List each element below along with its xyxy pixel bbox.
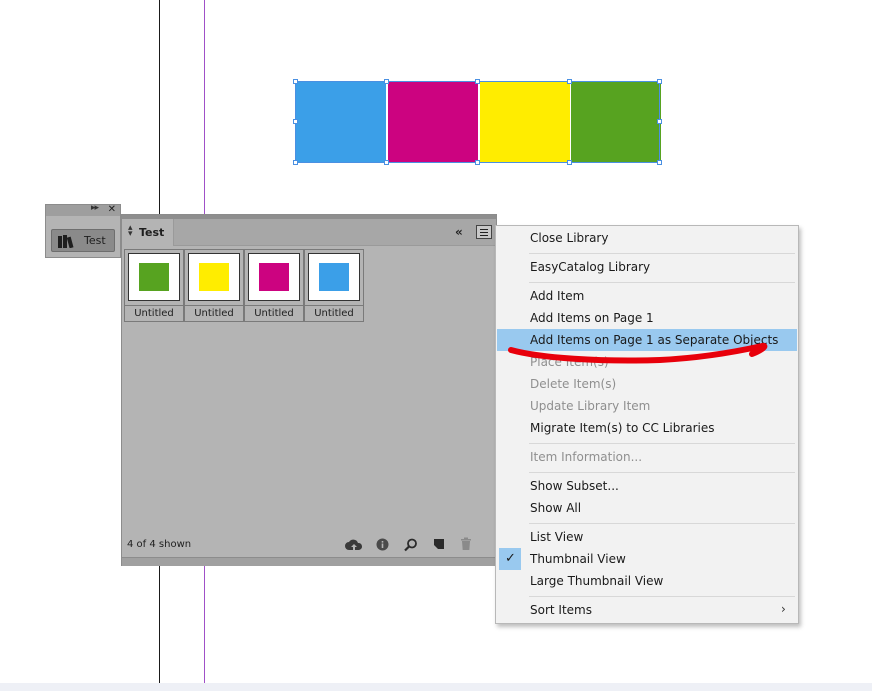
selection-handle[interactable] [475,79,480,84]
menu-item-label: EasyCatalog Library [530,260,651,274]
menu-item-label: Add Items on Page 1 [530,311,654,325]
thumbnail-swatch-yellow [199,263,229,291]
menu-item-item-information[interactable]: Item Information... [497,446,797,468]
library-panel: ▴ ▾ Test « Untitled Untitled Untitled Unt… [121,214,497,566]
thumbnail-frame [308,253,360,301]
menu-separator [529,282,795,283]
checkmark-box: ✓ [499,548,521,570]
items-shown-count: 4 of 4 shown [127,539,192,550]
selection-handle[interactable] [384,79,389,84]
thumbnail-swatch-green [139,263,169,291]
cloud-upload-icon[interactable] [345,539,363,552]
menu-item-add-items-on-page[interactable]: Add Items on Page 1 [497,307,797,329]
menu-item-list-view[interactable]: List View [497,526,797,548]
canvas-square-yellow[interactable] [480,82,570,163]
close-icon[interactable]: ✕ [108,204,116,215]
library-books-icon [58,235,74,248]
tab-label: Test [139,226,165,239]
menu-item-add-items-separate-objects[interactable]: Add Items on Page 1 as Separate Objects [497,329,797,351]
thumbnail-swatch-blue [319,263,349,291]
selection-handle[interactable] [657,160,662,165]
menu-item-label: Add Items on Page 1 as Separate Objects [530,333,779,347]
menu-item-label: Update Library Item [530,399,651,413]
menu-item-label: Migrate Item(s) to CC Libraries [530,421,715,435]
library-item-label: Untitled [125,305,183,322]
library-item[interactable]: Untitled [244,249,304,322]
menu-separator [529,253,795,254]
library-item-label: Untitled [185,305,243,322]
menu-item-label: Delete Item(s) [530,377,617,391]
library-item-label: Untitled [245,305,303,322]
collapsed-library-panel: ▸▸ ✕ Test [45,203,121,258]
selection-handle[interactable] [475,160,480,165]
selection-handle[interactable] [293,79,298,84]
menu-item-show-all[interactable]: Show All [497,497,797,519]
thumbnail-frame [188,253,240,301]
library-panel-button[interactable]: Test [51,229,115,252]
menu-item-show-subset[interactable]: Show Subset... [497,475,797,497]
menu-item-label: Item Information... [530,450,643,464]
selection-handle[interactable] [384,160,389,165]
expand-panel-icon[interactable]: ▸▸ [91,203,99,213]
menu-item-label: Thumbnail View [530,552,626,566]
menu-item-label: Show Subset... [530,479,619,493]
menu-item-update-library-item[interactable]: Update Library Item [497,395,797,417]
menu-item-delete-items[interactable]: Delete Item(s) [497,373,797,395]
selection-handle[interactable] [293,160,298,165]
menu-item-label: Close Library [530,231,609,245]
menu-item-close-library[interactable]: Close Library [497,227,797,249]
tab-test[interactable]: ▴ ▾ Test [122,219,174,246]
library-item[interactable]: Untitled [124,249,184,322]
library-item[interactable]: Untitled [184,249,244,322]
library-panel-menu: Close Library EasyCatalog Library Add It… [495,225,799,624]
info-icon[interactable] [376,538,389,551]
menu-item-add-item[interactable]: Add Item [497,285,797,307]
trash-icon[interactable] [460,537,472,551]
collapse-panel-icon[interactable]: « [455,225,463,239]
menu-item-label: Sort Items [530,603,592,617]
menu-item-migrate-to-cc-libraries[interactable]: Migrate Item(s) to CC Libraries [497,417,797,439]
panel-tab-bar: ▴ ▾ Test « [122,219,496,246]
menu-separator [529,596,795,597]
selection-handle[interactable] [657,79,662,84]
tab-updown-icon: ▴ ▾ [128,223,133,239]
panel-footer: 4 of 4 shown [122,533,496,557]
menu-item-label: List View [530,530,584,544]
library-item[interactable]: Untitled [304,249,364,322]
checkmark-icon: ✓ [505,551,516,566]
selection-handle[interactable] [567,79,572,84]
thumbnail-frame [128,253,180,301]
canvas-square-magenta[interactable] [388,82,478,163]
menu-item-label: Show All [530,501,582,515]
menu-item-sort-items[interactable]: Sort Items › [497,599,797,621]
menu-item-thumbnail-view[interactable]: ✓ Thumbnail View [497,548,797,570]
panel-resize-bar[interactable] [122,557,496,566]
bottom-strip [0,683,872,691]
search-icon[interactable] [404,538,418,552]
selection-handle[interactable] [657,119,662,124]
thumbnail-swatch-magenta [259,263,289,291]
canvas-square-green[interactable] [571,82,661,163]
menu-item-easycatalog-library[interactable]: EasyCatalog Library [497,256,797,278]
library-panel-button-label: Test [84,234,106,247]
canvas-square-blue[interactable] [296,82,386,163]
menu-separator [529,472,795,473]
submenu-arrow-icon: › [781,602,786,616]
menu-item-label: Large Thumbnail View [530,574,664,588]
selection-handle[interactable] [567,160,572,165]
selection-handle[interactable] [293,119,298,124]
mini-panel-titlebar[interactable]: ▸▸ ✕ [46,203,120,216]
panel-menu-button[interactable] [476,225,492,239]
menu-item-label: Place Item(s) [530,355,609,369]
library-item-label: Untitled [305,305,363,322]
menu-item-large-thumbnail-view[interactable]: Large Thumbnail View [497,570,797,592]
thumbnail-frame [248,253,300,301]
new-item-icon[interactable] [433,538,445,550]
menu-separator [529,523,795,524]
menu-item-label: Add Item [530,289,585,303]
menu-separator [529,443,795,444]
menu-item-place-items[interactable]: Place Item(s) [497,351,797,373]
